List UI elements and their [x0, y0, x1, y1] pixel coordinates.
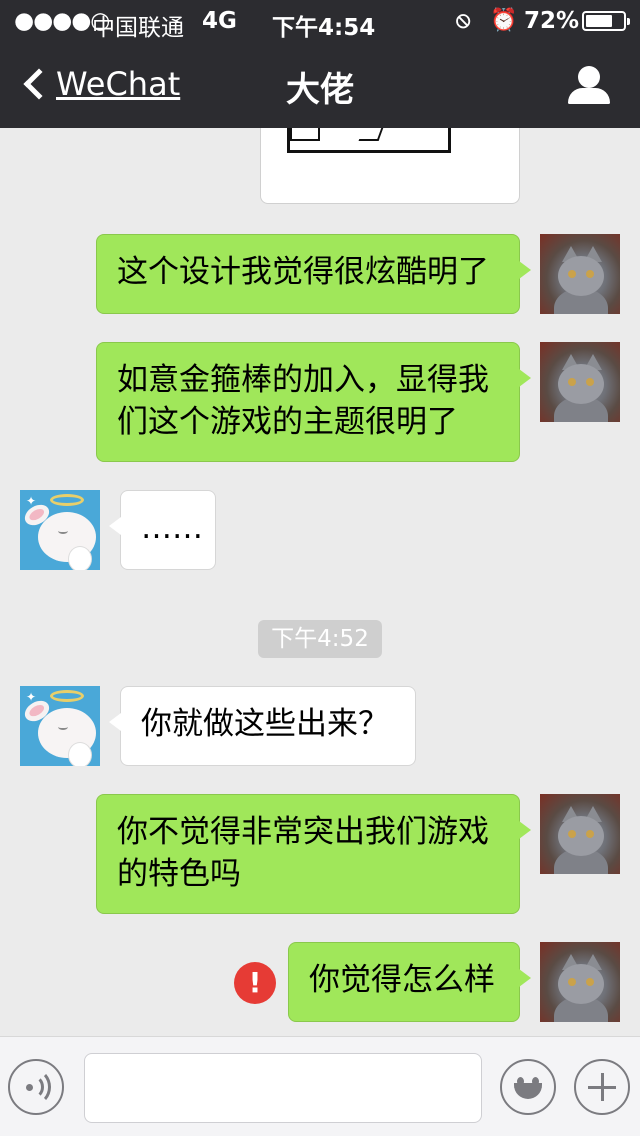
voice-input-button[interactable]	[8, 1059, 64, 1115]
cat-eye	[586, 270, 594, 278]
contact-avatar[interactable]: ✦ ✦	[20, 490, 100, 570]
smiley-icon-mouth	[514, 1083, 542, 1099]
rabbit-eye	[58, 528, 68, 534]
rabbit-paw	[68, 742, 92, 766]
person-icon-body	[568, 88, 610, 104]
more-actions-plus-icon[interactable]	[574, 1059, 630, 1115]
person-icon	[578, 66, 600, 88]
cat-eye	[568, 830, 576, 838]
cat-eye	[568, 270, 576, 278]
cat-face	[558, 964, 604, 1004]
message-bubble-incoming[interactable]: ……	[109, 490, 216, 570]
cat-face	[558, 364, 604, 404]
message-text: 如意金箍棒的加入，显得我们这个游戏的主题很明了	[117, 362, 489, 440]
back-label: WeChat	[56, 65, 181, 103]
emoji-button[interactable]	[500, 1059, 556, 1115]
status-time: 下午4:54	[272, 15, 376, 41]
cat-eye	[586, 378, 594, 386]
image-message[interactable]: 凵	[260, 128, 520, 204]
app-header: ●●●●○ 中国联通 4G 下午4:54 ⦸ ⏰ 72% WeChat 大佬	[0, 0, 640, 128]
chat-title-text: 大佬	[286, 70, 354, 110]
message-text: ……	[141, 510, 203, 546]
message-input[interactable]	[84, 1053, 482, 1123]
back-button[interactable]: WeChat	[18, 62, 180, 106]
rabbit-paw	[68, 546, 92, 570]
battery-percent: 72%	[524, 8, 580, 34]
rotation-lock-icon: ⦸	[456, 8, 471, 33]
rabbit-halo	[50, 690, 84, 702]
message-text: 你就做这些出来？	[141, 706, 389, 742]
cat-face	[558, 256, 604, 296]
cat-eye	[568, 978, 576, 986]
contact-avatar[interactable]: ✦ ✦	[20, 686, 100, 766]
message-text: 你觉得怎么样	[309, 962, 495, 998]
sketch-hand-drawing	[358, 128, 390, 141]
sketch-device-drawing: 凵	[290, 128, 320, 141]
message-bubble-outgoing[interactable]: 这个设计我觉得很炫酷明了	[96, 234, 531, 314]
message-bubble-outgoing[interactable]: 你觉得怎么样	[288, 942, 531, 1022]
chat-info-button[interactable]	[568, 66, 610, 106]
voice-icon-wave	[19, 1069, 51, 1105]
chat-message-list[interactable]: 凵 这个设计我觉得很炫酷明了 如意金箍棒的加入，显得我们这个游戏的主题很明了 ✦…	[0, 128, 640, 1036]
cat-face	[558, 816, 604, 856]
rabbit-halo	[50, 494, 84, 506]
status-bar: ●●●●○ 中国联通 4G 下午4:54 ⦸ ⏰ 72%	[0, 0, 640, 42]
my-avatar[interactable]	[540, 342, 620, 422]
cat-eye	[586, 978, 594, 986]
chevron-left-icon	[23, 68, 55, 100]
battery-icon	[582, 11, 630, 31]
carrier-name: 中国联通	[92, 15, 184, 41]
battery-level-fill	[586, 15, 612, 27]
message-bubble-outgoing[interactable]: 如意金箍棒的加入，显得我们这个游戏的主题很明了	[96, 342, 531, 462]
alarm-icon: ⏰	[490, 8, 518, 33]
message-text: 这个设计我觉得很炫酷明了	[117, 254, 489, 290]
cat-eye	[586, 830, 594, 838]
message-bubble-outgoing[interactable]: 你不觉得非常突出我们游戏的特色吗	[96, 794, 531, 914]
timestamp-divider: 下午4:52	[258, 620, 382, 658]
my-avatar[interactable]	[540, 942, 620, 1022]
navigation-bar: WeChat 大佬	[0, 42, 640, 128]
cat-eye	[568, 378, 576, 386]
sketch-image: 凵	[287, 128, 451, 153]
message-text: 你不觉得非常突出我们游戏的特色吗	[117, 814, 489, 892]
my-avatar[interactable]	[540, 234, 620, 314]
message-bubble-incoming[interactable]: 你就做这些出来？	[109, 686, 416, 766]
send-failed-icon[interactable]: !	[234, 962, 276, 1004]
chat-input-bar	[0, 1036, 640, 1136]
network-type: 4G	[202, 8, 237, 34]
my-avatar[interactable]	[540, 794, 620, 874]
rabbit-eye	[58, 724, 68, 730]
